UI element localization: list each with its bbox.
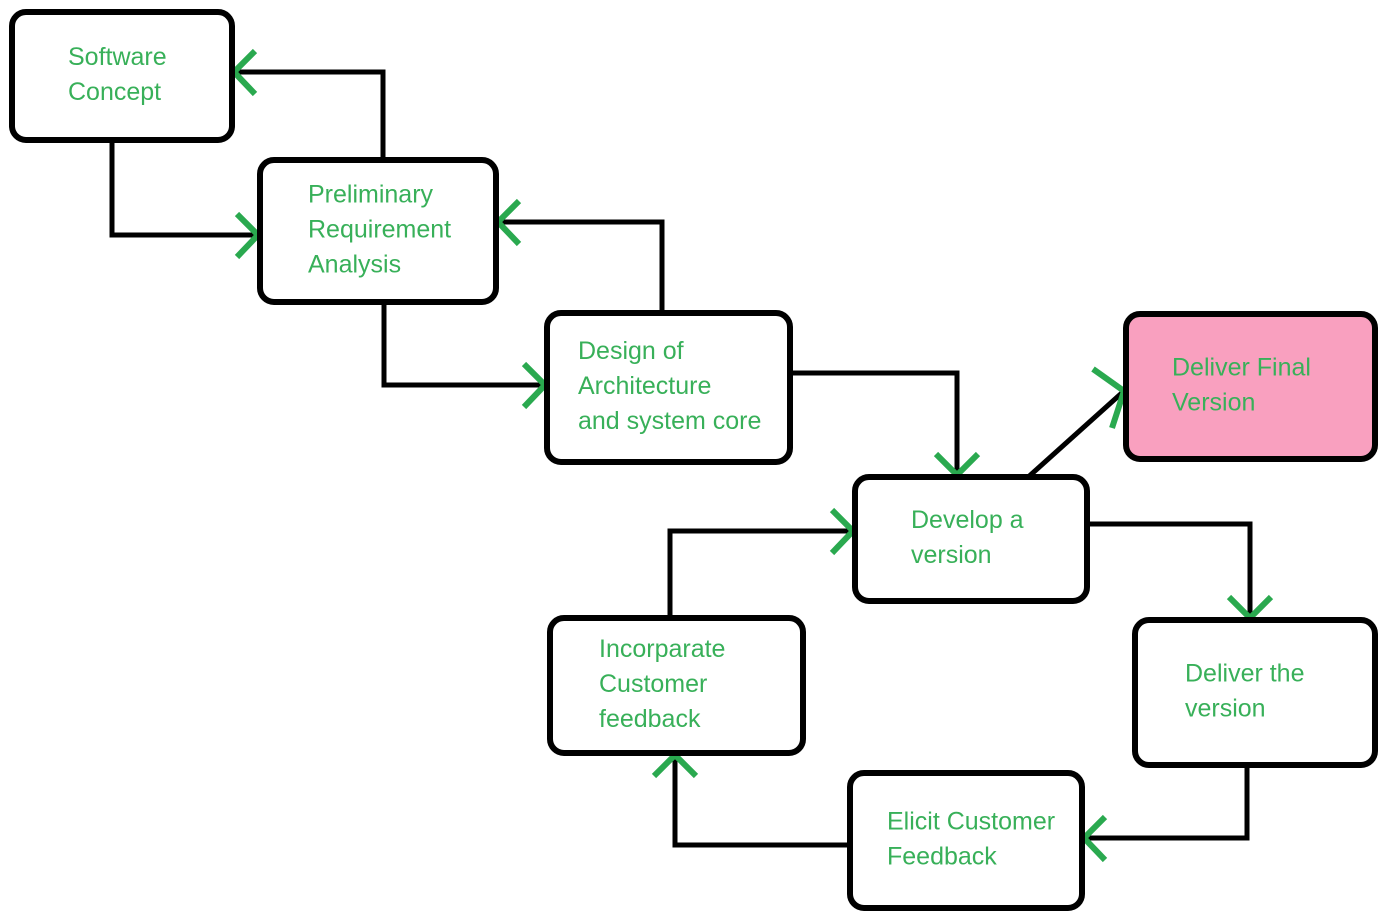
node-label-line: Design of [578, 337, 684, 365]
edge-develop-to-deliver-the-version [1087, 521, 1274, 623]
node-incorparate-customer-feedback[interactable]: Incorparate Customer feedback [547, 615, 806, 756]
node-label-line: and system core [578, 407, 761, 435]
node-deliver-the-version[interactable]: Deliver the version [1132, 617, 1378, 768]
edge-line [1024, 389, 1126, 481]
node-label-line: Incorparate [599, 635, 725, 663]
node-design-of-architecture[interactable]: Design of Architecture and system core [544, 310, 793, 465]
edge-line [1084, 765, 1250, 841]
node-label-line: Customer [599, 670, 707, 698]
node-box[interactable] [1123, 311, 1378, 462]
edge-incorparate-to-develop [667, 507, 858, 618]
edge-deliver-the-version-to-elicit [1079, 765, 1250, 863]
node-box[interactable] [1132, 617, 1378, 768]
node-software-concept[interactable]: Software Concept [9, 9, 235, 143]
node-label-line: Preliminary [308, 181, 434, 209]
edge-elicit-to-incorparate [651, 750, 850, 848]
node-label-line: Concept [68, 78, 161, 106]
edge-line [667, 528, 853, 618]
edge-line [1087, 521, 1253, 618]
node-label-line: Version [1172, 389, 1255, 417]
node-label-line: version [911, 541, 992, 569]
node-label-line: Architecture [578, 372, 711, 400]
node-elicit-customer-feedback[interactable]: Elicit Customer Feedback [847, 770, 1085, 911]
flowchart-canvas: Software Concept Preliminary Requirement Ana… [0, 0, 1385, 916]
node-label-line: Feedback [887, 843, 997, 871]
node-label-line: Develop a [911, 506, 1024, 534]
node-label-line: Software [68, 43, 167, 71]
node-box[interactable] [852, 474, 1090, 604]
edge-line [381, 302, 545, 388]
edge-line [498, 219, 665, 313]
node-label-line: Deliver the [1185, 660, 1305, 688]
edge-line [234, 69, 386, 160]
node-develop-a-version[interactable]: Develop a version [852, 474, 1090, 604]
node-label-line: Analysis [308, 251, 401, 279]
edge-design-to-preliminary [493, 198, 665, 313]
node-preliminary-requirement-analysis[interactable]: Preliminary Requirement Analysis [257, 157, 499, 305]
edge-line [109, 140, 258, 238]
edge-preliminary-to-design [381, 302, 550, 410]
node-label-line: version [1185, 695, 1266, 723]
edge-design-to-develop [790, 370, 981, 480]
edge-software-concept-to-preliminary [109, 140, 263, 260]
edge-develop-to-deliver-final-version [1024, 366, 1128, 481]
node-box[interactable] [847, 770, 1085, 911]
edge-preliminary-to-software-concept [229, 48, 386, 160]
edge-line [672, 755, 850, 848]
node-label-line: Deliver Final [1172, 354, 1311, 382]
node-box[interactable] [9, 9, 235, 143]
node-label-line: feedback [599, 705, 701, 733]
arrow-head-icon [1091, 366, 1128, 429]
node-deliver-final-version[interactable]: Deliver Final Version [1123, 311, 1378, 462]
flowchart-svg: Software Concept Preliminary Requirement Ana… [9, 9, 1378, 911]
edge-line [790, 370, 960, 475]
node-label-line: Requirement [308, 216, 451, 244]
node-label-line: Elicit Customer [887, 808, 1055, 836]
